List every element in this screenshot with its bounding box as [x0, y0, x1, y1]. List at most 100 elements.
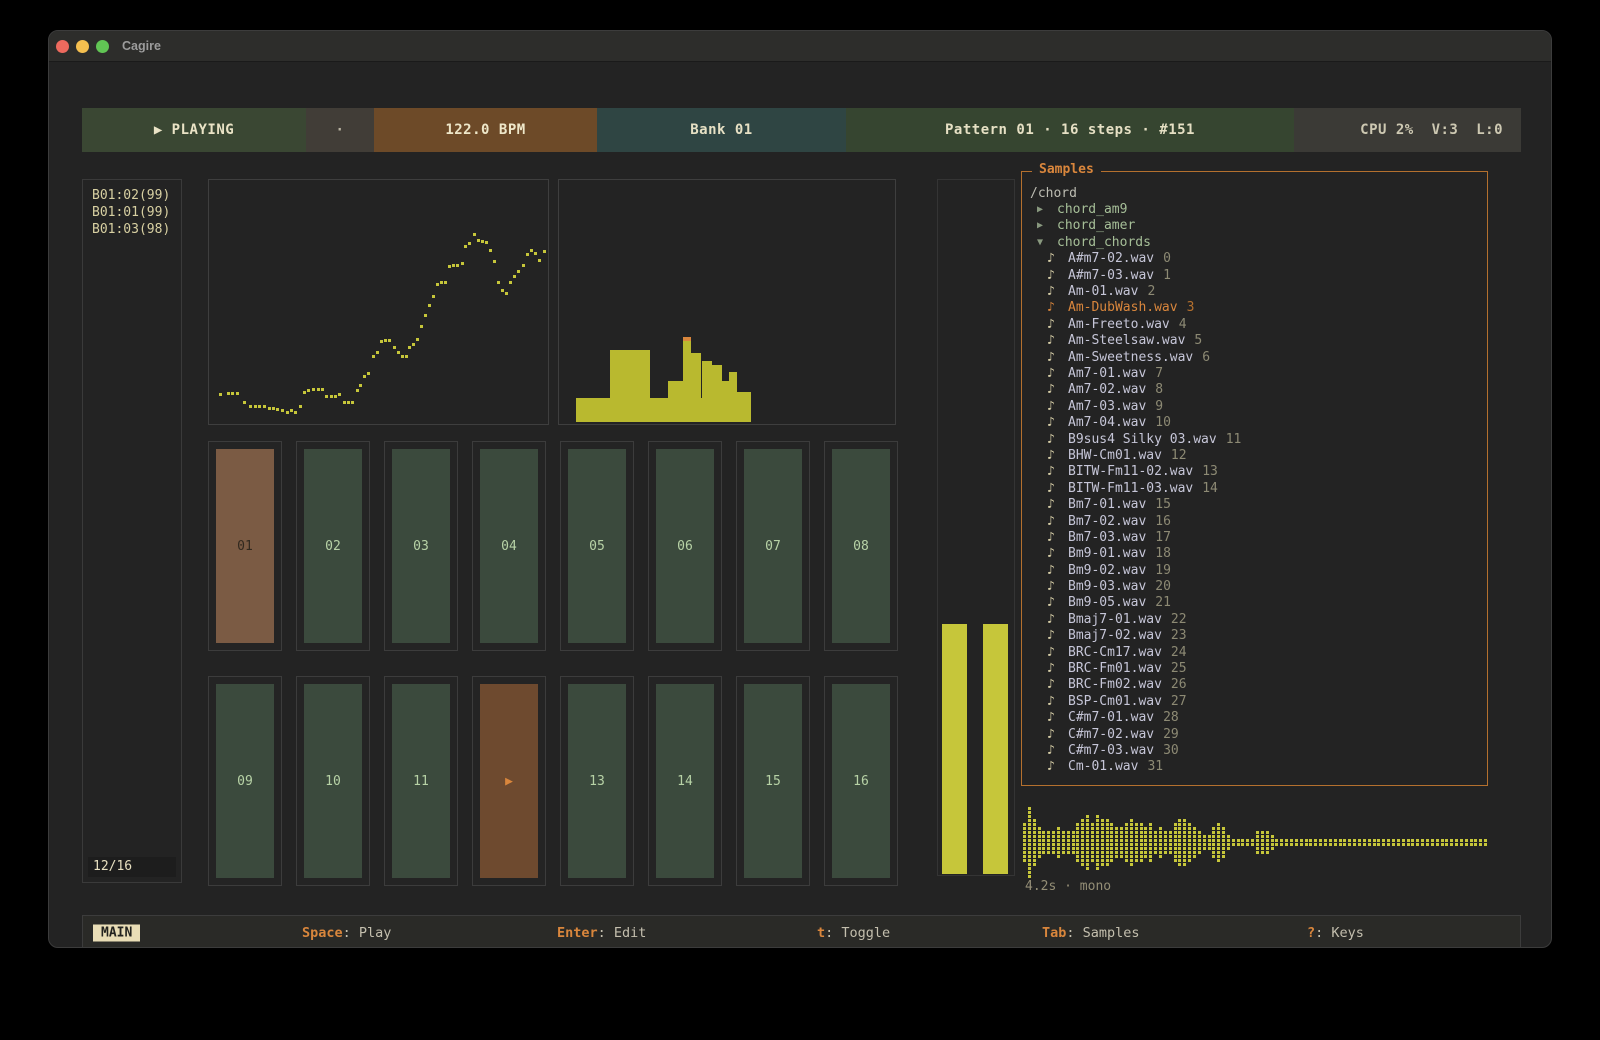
pad-label: 09: [216, 684, 274, 878]
sample-file-30[interactable]: ♪C#m7-03.wav30: [1022, 742, 1487, 758]
sample-file-25[interactable]: ♪BRC-Fm01.wav25: [1022, 660, 1487, 676]
pad-15[interactable]: 15: [736, 676, 810, 886]
vu-meter-bar-1: [942, 624, 967, 874]
sample-file-22[interactable]: ♪Bmaj7-01.wav22: [1022, 611, 1487, 627]
waveform-column: [1436, 839, 1439, 846]
sample-file-3[interactable]: ♪Am-DubWash.wav3: [1022, 300, 1487, 316]
histogram-bar: [722, 381, 729, 423]
sample-file-8[interactable]: ♪Am7-02.wav8: [1022, 382, 1487, 398]
scatter-dot: [440, 281, 443, 284]
scatter-dot: [236, 392, 239, 395]
sample-file-7[interactable]: ♪Am7-01.wav7: [1022, 365, 1487, 381]
sample-file-15[interactable]: ♪Bm7-01.wav15: [1022, 496, 1487, 512]
sample-file-13[interactable]: ♪BITW-Fm11-02.wav13: [1022, 464, 1487, 480]
sample-dir-chord_amer[interactable]: ▶chord_amer: [1022, 218, 1487, 234]
scatter-dot: [321, 388, 324, 391]
close-button[interactable]: [56, 40, 69, 53]
sample-dir-chord_am9[interactable]: ▶chord_am9: [1022, 201, 1487, 217]
pad-10[interactable]: 10: [296, 676, 370, 886]
waveform-column: [1106, 819, 1109, 866]
sample-file-31[interactable]: ♪Cm-01.wav31: [1022, 759, 1487, 775]
music-note-icon: ♪: [1022, 743, 1068, 758]
sample-file-21[interactable]: ♪Bm9-05.wav21: [1022, 595, 1487, 611]
pad-12[interactable]: ▶: [472, 676, 546, 886]
sample-file-20[interactable]: ♪Bm9-03.wav20: [1022, 578, 1487, 594]
pad-07[interactable]: 07: [736, 441, 810, 651]
pad-label: 08: [832, 449, 890, 643]
sample-file-18[interactable]: ♪Bm9-01.wav18: [1022, 546, 1487, 562]
file-name: Bm9-05.wav: [1068, 595, 1146, 610]
file-index: 24: [1162, 645, 1187, 660]
pad-08[interactable]: 08: [824, 441, 898, 651]
music-note-icon: ♪: [1022, 530, 1068, 545]
sample-file-19[interactable]: ♪Bm9-02.wav19: [1022, 562, 1487, 578]
waveform-column: [1479, 839, 1482, 846]
pad-09[interactable]: 09: [208, 676, 282, 886]
sample-file-12[interactable]: ♪BHW-Cm01.wav12: [1022, 447, 1487, 463]
pad-01[interactable]: 01: [208, 441, 282, 651]
pad-11[interactable]: 11: [384, 676, 458, 886]
file-name: BRC-Fm01.wav: [1068, 661, 1162, 676]
sample-file-9[interactable]: ♪Am7-03.wav9: [1022, 398, 1487, 414]
sample-file-10[interactable]: ♪Am7-04.wav10: [1022, 414, 1487, 430]
waveform-column: [1217, 823, 1220, 862]
file-index: 8: [1146, 382, 1163, 397]
dir-name: chord_am9: [1057, 202, 1127, 217]
minimize-button[interactable]: [76, 40, 89, 53]
pad-06[interactable]: 06: [648, 441, 722, 651]
sample-file-27[interactable]: ♪BSP-Cm01.wav27: [1022, 693, 1487, 709]
titlebar: Cagire: [49, 31, 1551, 62]
music-note-icon: ♪: [1022, 546, 1068, 561]
waveform-column: [1343, 839, 1346, 846]
waveform-column: [1474, 839, 1477, 846]
pad-14[interactable]: 14: [648, 676, 722, 886]
music-note-icon: ♪: [1022, 300, 1068, 315]
scatter-dot: [263, 405, 266, 408]
sample-file-5[interactable]: ♪Am-Steelsaw.wav5: [1022, 333, 1487, 349]
sample-file-4[interactable]: ♪Am-Freeto.wav4: [1022, 316, 1487, 332]
pad-label: 15: [744, 684, 802, 878]
sample-file-26[interactable]: ♪BRC-Fm02.wav26: [1022, 677, 1487, 693]
sample-file-11[interactable]: ♪B9sus4 Silky 03.wav11: [1022, 431, 1487, 447]
music-note-icon: ♪: [1022, 251, 1068, 266]
sample-file-28[interactable]: ♪C#m7-01.wav28: [1022, 710, 1487, 726]
sample-file-23[interactable]: ♪Bmaj7-02.wav23: [1022, 628, 1487, 644]
sample-file-16[interactable]: ♪Bm7-02.wav16: [1022, 513, 1487, 529]
file-name: Bm7-03.wav: [1068, 530, 1146, 545]
pad-label: 13: [568, 684, 626, 878]
waveform-column: [1402, 839, 1405, 846]
file-index: 1: [1154, 268, 1171, 283]
sample-file-29[interactable]: ♪C#m7-02.wav29: [1022, 726, 1487, 742]
pad-16[interactable]: 16: [824, 676, 898, 886]
samples-panel[interactable]: Samples /chord▶chord_am9▶chord_amer▼chor…: [1021, 171, 1488, 786]
sample-dir-chord_chords[interactable]: ▼chord_chords: [1022, 234, 1487, 250]
sample-file-24[interactable]: ♪BRC-Cm17.wav24: [1022, 644, 1487, 660]
scatter-dot: [477, 239, 480, 242]
sample-file-2[interactable]: ♪Am-01.wav2: [1022, 283, 1487, 299]
scatter-dot: [468, 242, 471, 245]
scatter-dot: [522, 264, 525, 267]
pad-13[interactable]: 13: [560, 676, 634, 886]
scatter-dot: [543, 250, 546, 253]
status-segment-label: 122.0 BPM: [445, 122, 525, 138]
file-name: BSP-Cm01.wav: [1068, 694, 1162, 709]
sample-file-1[interactable]: ♪A#m7-03.wav1: [1022, 267, 1487, 283]
zoom-button[interactable]: [96, 40, 109, 53]
sample-file-17[interactable]: ♪Bm7-03.wav17: [1022, 529, 1487, 545]
file-index: 11: [1217, 432, 1242, 447]
pad-05[interactable]: 05: [560, 441, 634, 651]
waveform-column: [1135, 823, 1138, 862]
scatter-dot: [351, 401, 354, 404]
sample-file-14[interactable]: ♪BITW-Fm11-03.wav14: [1022, 480, 1487, 496]
pad-label: 16: [832, 684, 890, 878]
sample-file-0[interactable]: ♪A#m7-02.wav0: [1022, 251, 1487, 267]
scatter-dot: [330, 395, 333, 398]
pad-label: 03: [392, 449, 450, 643]
sample-file-6[interactable]: ♪Am-Sweetness.wav6: [1022, 349, 1487, 365]
pad-02[interactable]: 02: [296, 441, 370, 651]
pad-04[interactable]: 04: [472, 441, 546, 651]
waveform-column: [1193, 827, 1196, 858]
scatter-dot: [290, 409, 293, 412]
pad-03[interactable]: 03: [384, 441, 458, 651]
waveform-column: [1023, 823, 1026, 862]
